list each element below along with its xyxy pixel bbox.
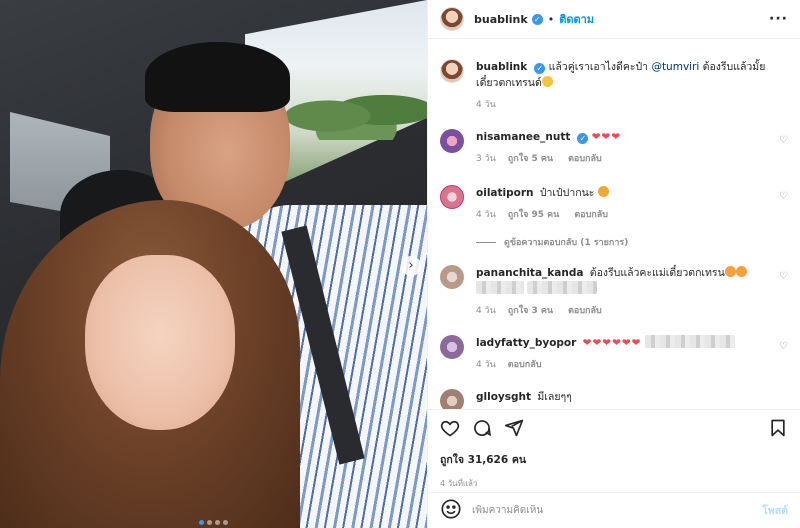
commenter-username[interactable]: ladyfatty_byopor (476, 337, 576, 349)
heart-icon[interactable] (440, 418, 460, 442)
comment-icon[interactable] (472, 418, 492, 442)
caption-text: แล้วคู่เราเอาไงดีคะป๋า (548, 61, 649, 73)
carousel-dot (215, 520, 220, 525)
replies-line (476, 241, 496, 243)
reply-button[interactable]: ตอบกลับ (574, 207, 608, 223)
commenter-avatar[interactable] (440, 335, 464, 359)
comment-text: ❤❤❤❤❤❤ (582, 337, 642, 349)
comment-item: nisamanee_nutt ✓ ❤❤❤ 3 วัน ถูกใจ 5 คน ตอบ… (440, 129, 788, 167)
comment-time: 4 วัน (476, 360, 496, 370)
comment-input[interactable] (472, 505, 763, 516)
woman-face (85, 255, 235, 430)
comment-item: pananchita_kanda ต้องรีบแล้วคะแม่เดี๋ยวต… (440, 265, 788, 319)
carousel-dot (199, 520, 204, 525)
caption-mention[interactable]: @tumviri (651, 61, 699, 73)
comment-like-heart-icon[interactable]: ♡ (779, 271, 788, 282)
man-hair (145, 42, 290, 112)
likes-count[interactable]: ถูกใจ 31,626 คน (440, 451, 788, 468)
comment-item: glloysght มีเลยๆๆ (440, 389, 788, 409)
comment-like-heart-icon[interactable]: ♡ (779, 191, 788, 202)
commenter-username[interactable]: pananchita_kanda (476, 267, 583, 279)
view-replies-button[interactable]: ดูข้อความตอบกลับ (1 รายการ) (476, 235, 788, 249)
carousel-dot (207, 520, 212, 525)
post-photo[interactable]: › (0, 0, 427, 528)
post-side-panel: buablink ✓ • ติดตาม ··· buablink ✓ แล้วคู… (427, 0, 800, 528)
comment-likes[interactable]: ถูกใจ 5 คน (508, 151, 553, 167)
caption-time: 4 วัน (476, 100, 496, 110)
commenter-avatar[interactable] (440, 389, 464, 409)
commenter-username[interactable]: oilatiporn (476, 187, 534, 199)
post-comment-button[interactable]: โพสต์ (762, 502, 788, 519)
author-username[interactable]: buablink (474, 13, 528, 26)
verified-icon: ✓ (531, 13, 543, 25)
caption: buablink ✓ แล้วคู่เราเอาไงดีคะป๋า @tumvir… (440, 59, 788, 113)
smile-icon[interactable] (440, 498, 462, 524)
carousel-dots (0, 514, 427, 528)
caption-username[interactable]: buablink (476, 61, 527, 73)
reply-button[interactable]: ตอบกลับ (568, 151, 602, 167)
blurred-content (527, 281, 598, 294)
comment-likes[interactable]: ถูกใจ 95 คน (508, 207, 560, 223)
reply-button[interactable]: ตอบกลับ (508, 357, 542, 373)
comment-likes[interactable]: ถูกใจ 3 คน (508, 303, 553, 319)
comment-text: ❤❤❤ (591, 131, 622, 143)
commenter-username[interactable]: glloysght (476, 391, 531, 403)
comment-like-heart-icon[interactable]: ♡ (779, 341, 788, 352)
author-avatar[interactable] (440, 59, 464, 83)
post-header: buablink ✓ • ติดตาม ··· (428, 0, 800, 39)
comment-time: 4 วัน (476, 210, 496, 220)
commenter-avatar[interactable] (440, 185, 464, 209)
verified-icon: ✓ (534, 63, 546, 74)
dot-separator: • (547, 12, 555, 26)
verified-icon: ✓ (577, 133, 589, 144)
bookmark-icon[interactable] (768, 418, 788, 442)
comment-text: มีเลยๆๆ (537, 391, 572, 403)
view-replies-label: ดูข้อความตอบกลับ (1 รายการ) (504, 238, 629, 248)
angry-emoji-icon (597, 186, 609, 197)
comment-time: 4 วัน (476, 306, 496, 316)
action-icons (440, 410, 788, 450)
commenter-avatar[interactable] (440, 265, 464, 289)
carousel-dot (223, 520, 228, 525)
more-icon[interactable]: ··· (769, 11, 788, 27)
heart-eyes-emoji-icon (735, 266, 747, 277)
comment-item: ladyfatty_byopor ❤❤❤❤❤❤ 4 วัน ตอบกลับ ♡ (440, 335, 788, 373)
comment-like-heart-icon[interactable]: ♡ (779, 135, 788, 146)
blurred-content (476, 281, 524, 294)
chevron-right-icon[interactable]: › (401, 256, 421, 276)
comment-text: ต้องรีบแล้วคะแม่เดี๋ยวตกเทรน (589, 267, 725, 279)
follow-button[interactable]: ติดตาม (559, 10, 594, 28)
post-timestamp[interactable]: 4 วันที่แล้ว (440, 477, 788, 490)
blurred-content (644, 335, 735, 348)
share-icon[interactable] (504, 418, 524, 442)
laughing-emoji-icon (541, 76, 553, 87)
commenter-avatar[interactable] (440, 129, 464, 153)
post-actions: ถูกใจ 31,626 คน 4 วันที่แล้ว (428, 409, 800, 490)
add-comment-bar: โพสต์ (428, 492, 800, 528)
commenter-username[interactable]: nisamanee_nutt (476, 131, 570, 143)
reply-button[interactable]: ตอบกลับ (568, 303, 602, 319)
author-avatar[interactable] (440, 7, 464, 31)
comment-text: ป๋าเป๋ปากนะ (539, 187, 595, 199)
heart-eyes-emoji-icon (724, 266, 736, 277)
trees-outside (285, 80, 427, 140)
comment-time: 3 วัน (476, 154, 496, 164)
comments-list[interactable]: buablink ✓ แล้วคู่เราเอาไงดีคะป๋า @tumvir… (428, 39, 800, 409)
comment-item: oilatiporn ป๋าเป๋ปากนะ 4 วัน ถูกใจ 95 คน… (440, 185, 788, 223)
